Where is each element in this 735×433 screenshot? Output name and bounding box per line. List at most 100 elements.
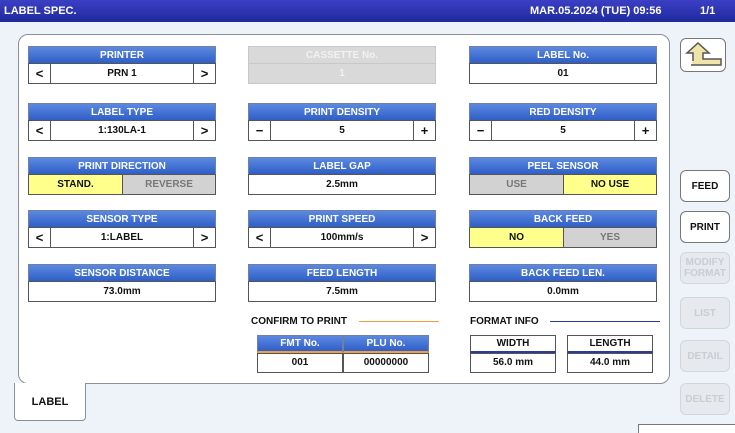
- print-density-field: PRINT DENSITY − 5 +: [248, 103, 436, 141]
- detail-button[interactable]: DETAIL: [680, 340, 730, 372]
- modify-format-line2: FORMAT: [683, 268, 727, 279]
- delete-button[interactable]: DELETE: [680, 383, 730, 415]
- cassette-label: CASSETTE No.: [248, 46, 436, 63]
- length-field: LENGTH 44.0 mm: [567, 335, 653, 373]
- sensor-type-label: SENSOR TYPE: [28, 210, 216, 227]
- confirm-divider: [359, 321, 439, 322]
- minus-icon[interactable]: −: [470, 121, 492, 140]
- red-density-label: RED DENSITY: [469, 103, 657, 120]
- label-gap-label: LABEL GAP: [248, 157, 436, 174]
- label-type-label: LABEL TYPE: [28, 103, 216, 120]
- format-info-divider: [550, 321, 660, 322]
- sensor-type-value: 1:LABEL: [100, 232, 144, 243]
- confirm-to-print-label: CONFIRM TO PRINT: [251, 316, 347, 327]
- peel-sensor-use[interactable]: USE: [470, 175, 564, 194]
- cassette-value: 1: [248, 63, 436, 84]
- chevron-right-icon[interactable]: >: [193, 64, 215, 83]
- chevron-left-icon[interactable]: <: [249, 228, 271, 247]
- width-field: WIDTH 56.0 mm: [470, 335, 556, 373]
- print-direction-stand[interactable]: STAND.: [29, 175, 123, 194]
- plus-icon[interactable]: +: [634, 121, 656, 140]
- label-gap-field[interactable]: LABEL GAP 2.5mm: [248, 157, 436, 195]
- print-density-label: PRINT DENSITY: [248, 103, 436, 120]
- print-button[interactable]: PRINT: [680, 211, 730, 243]
- minus-icon[interactable]: −: [249, 121, 271, 140]
- back-feed-label: BACK FEED: [469, 210, 657, 227]
- fmt-no-label: FMT No.: [257, 335, 343, 353]
- label-gap-value[interactable]: 2.5mm: [248, 174, 436, 195]
- modify-format-line1: MODIFY: [685, 257, 725, 268]
- print-speed-selector: < 100mm/s >: [248, 227, 436, 248]
- print-density-value: 5: [339, 125, 345, 136]
- sensor-distance-value[interactable]: 73.0mm: [28, 281, 216, 302]
- label-type-value: 1:130LA-1: [98, 125, 146, 136]
- chevron-left-icon[interactable]: <: [29, 64, 51, 83]
- app-title: LABEL SPEC.: [4, 5, 77, 17]
- peel-sensor-label: PEEL SENSOR: [469, 157, 657, 174]
- plus-icon[interactable]: +: [413, 121, 435, 140]
- back-feed-no[interactable]: NO: [470, 228, 564, 247]
- print-direction-toggle: STAND. REVERSE: [28, 174, 216, 195]
- chevron-left-icon[interactable]: <: [29, 121, 51, 140]
- length-label: LENGTH: [567, 335, 653, 353]
- peel-sensor-no-use[interactable]: NO USE: [564, 175, 656, 194]
- label-spec-panel: [18, 34, 670, 384]
- back-feed-toggle: NO YES: [469, 227, 657, 248]
- red-density-stepper: − 5 +: [469, 120, 657, 141]
- modify-format-button[interactable]: MODIFY FORMAT: [680, 252, 730, 284]
- list-button[interactable]: LIST: [680, 297, 730, 329]
- cassette-field: CASSETTE No. 1: [248, 46, 436, 84]
- width-label: WIDTH: [470, 335, 556, 353]
- chevron-right-icon[interactable]: >: [413, 228, 435, 247]
- datetime: MAR.05.2024 (TUE) 09:56: [530, 5, 662, 17]
- return-arrow-icon: [685, 41, 722, 66]
- print-direction-field: PRINT DIRECTION STAND. REVERSE: [28, 157, 216, 195]
- label-type-field: LABEL TYPE < 1:130LA-1 >: [28, 103, 216, 141]
- printer-selector: < PRN 1 >: [28, 63, 216, 84]
- chevron-right-icon[interactable]: >: [193, 228, 215, 247]
- feed-length-label: FEED LENGTH: [248, 264, 436, 281]
- printer-field: PRINTER < PRN 1 >: [28, 46, 216, 84]
- red-density-field: RED DENSITY − 5 +: [469, 103, 657, 141]
- print-speed-label: PRINT SPEED: [248, 210, 436, 227]
- plu-no-value: 00000000: [343, 353, 429, 373]
- print-direction-reverse[interactable]: REVERSE: [123, 175, 215, 194]
- red-density-value: 5: [560, 125, 566, 136]
- feed-length-value[interactable]: 7.5mm: [248, 281, 436, 302]
- printer-label: PRINTER: [28, 46, 216, 63]
- label-no-value[interactable]: 01: [469, 63, 657, 84]
- back-feed-yes[interactable]: YES: [564, 228, 656, 247]
- bottom-area: [0, 384, 670, 433]
- printer-value: PRN 1: [107, 68, 137, 79]
- page-indicator: 1/1: [700, 5, 716, 17]
- chevron-left-icon[interactable]: <: [29, 228, 51, 247]
- plu-no-label: PLU No.: [343, 335, 429, 353]
- print-direction-label: PRINT DIRECTION: [28, 157, 216, 174]
- sensor-type-selector: < 1:LABEL >: [28, 227, 216, 248]
- title-bar: LABEL SPEC. MAR.05.2024 (TUE) 09:56 1/1: [0, 0, 735, 22]
- peel-sensor-toggle: USE NO USE: [469, 174, 657, 195]
- chevron-right-icon[interactable]: >: [193, 121, 215, 140]
- format-info-label: FORMAT INFO: [470, 316, 539, 327]
- label-no-label: LABEL No.: [469, 46, 657, 63]
- width-value: 56.0 mm: [470, 353, 556, 373]
- peel-sensor-field: PEEL SENSOR USE NO USE: [469, 157, 657, 195]
- sensor-type-field: SENSOR TYPE < 1:LABEL >: [28, 210, 216, 248]
- feed-button[interactable]: FEED: [680, 170, 730, 202]
- print-speed-field: PRINT SPEED < 100mm/s >: [248, 210, 436, 248]
- back-feed-len-label: BACK FEED LEN.: [469, 264, 657, 281]
- plu-no-field: PLU No. 00000000: [343, 335, 429, 373]
- back-feed-len-value[interactable]: 0.0mm: [469, 281, 657, 302]
- label-type-selector: < 1:130LA-1 >: [28, 120, 216, 141]
- label-no-field[interactable]: LABEL No. 01: [469, 46, 657, 84]
- sensor-distance-field[interactable]: SENSOR DISTANCE 73.0mm: [28, 264, 216, 302]
- feed-length-field[interactable]: FEED LENGTH 7.5mm: [248, 264, 436, 302]
- print-density-stepper: − 5 +: [248, 120, 436, 141]
- print-speed-value: 100mm/s: [320, 232, 364, 243]
- sensor-distance-label: SENSOR DISTANCE: [28, 264, 216, 281]
- tab-label[interactable]: LABEL: [14, 383, 86, 421]
- back-feed-len-field[interactable]: BACK FEED LEN. 0.0mm: [469, 264, 657, 302]
- back-button[interactable]: [680, 38, 726, 72]
- back-feed-field: BACK FEED NO YES: [469, 210, 657, 248]
- length-value: 44.0 mm: [567, 353, 653, 373]
